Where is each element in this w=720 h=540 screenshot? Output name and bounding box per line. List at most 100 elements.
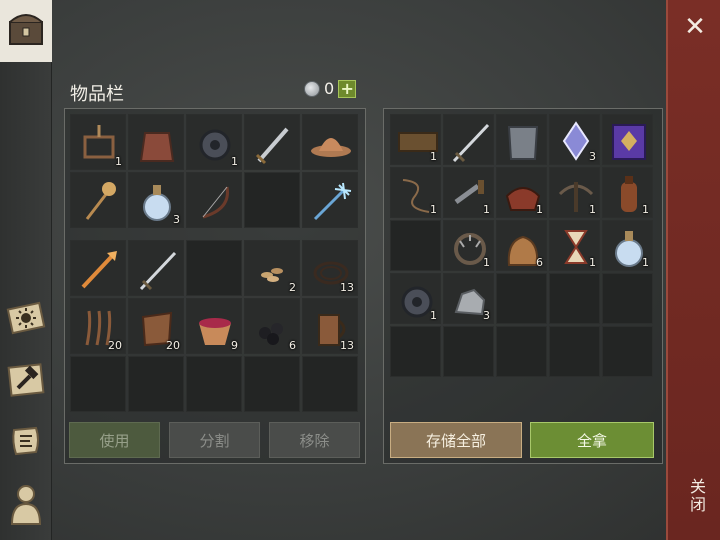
empty-slot[interactable] xyxy=(186,356,242,412)
item-quantity: 1 xyxy=(589,256,596,269)
item-slot[interactable]: 9 xyxy=(186,298,242,354)
item-slot[interactable]: 1 xyxy=(496,167,547,218)
item-quantity: 2 xyxy=(289,281,296,294)
longsword-icon xyxy=(452,123,490,163)
empty-slot[interactable] xyxy=(602,273,653,324)
take-all-button[interactable]: 全拿 xyxy=(530,422,654,458)
item-quantity: 1 xyxy=(589,203,596,216)
sidebar xyxy=(0,0,52,540)
add-currency-button[interactable]: + xyxy=(338,79,357,98)
item-slot[interactable] xyxy=(302,172,358,228)
item-slot[interactable]: 3 xyxy=(549,114,600,165)
chest-icon xyxy=(9,14,43,45)
item-slot[interactable]: 1 xyxy=(549,220,600,271)
close-label: 关闭 xyxy=(687,478,706,514)
item-quantity: 1 xyxy=(536,203,543,216)
item-quantity: 1 xyxy=(483,203,490,216)
item-slot[interactable]: 1 xyxy=(186,114,242,170)
item-quantity: 1 xyxy=(430,150,437,163)
item-slot[interactable]: 20 xyxy=(70,298,126,354)
item-slot[interactable] xyxy=(70,172,126,228)
item-slot[interactable]: 1 xyxy=(390,114,441,165)
item-quantity: 1 xyxy=(483,256,490,269)
inventory-bag-grid: 2 13 20 20 9 6 13 xyxy=(70,240,358,412)
empty-slot[interactable] xyxy=(186,240,242,296)
store-all-button[interactable]: 存储全部 xyxy=(390,422,522,458)
empty-slot[interactable] xyxy=(602,326,653,377)
empty-slot[interactable] xyxy=(549,273,600,324)
item-slot[interactable]: 13 xyxy=(302,240,358,296)
sidebar-tab-quests[interactable] xyxy=(4,420,48,464)
item-slot[interactable] xyxy=(128,114,184,170)
item-slot[interactable]: 1 xyxy=(390,273,441,324)
item-slot[interactable]: 1 xyxy=(549,167,600,218)
item-slot[interactable] xyxy=(302,114,358,170)
item-slot[interactable] xyxy=(70,240,126,296)
item-quantity: 3 xyxy=(483,309,490,322)
item-slot[interactable] xyxy=(186,172,242,228)
empty-slot[interactable] xyxy=(70,356,126,412)
empty-slot[interactable] xyxy=(128,356,184,412)
empty-slot[interactable] xyxy=(244,356,300,412)
item-slot[interactable]: 1 xyxy=(390,167,441,218)
armor-icon xyxy=(507,126,539,160)
crafting-hammer-icon xyxy=(7,363,45,397)
item-slot[interactable]: 1 xyxy=(602,220,653,271)
item-slot[interactable]: 6 xyxy=(244,298,300,354)
sidebar-tab-crafting[interactable] xyxy=(4,358,48,402)
bow-icon xyxy=(202,186,229,219)
sidebar-tab-map[interactable] xyxy=(4,296,48,340)
empty-slot[interactable] xyxy=(549,326,600,377)
item-quantity: 1 xyxy=(115,155,122,168)
sword-icon xyxy=(255,127,289,165)
character-icon xyxy=(10,485,42,525)
fire-spear-icon xyxy=(81,251,117,289)
item-quantity: 1 xyxy=(642,256,649,269)
close-panel[interactable]: ✕ 关闭 xyxy=(666,0,720,540)
item-slot[interactable]: 6 xyxy=(496,220,547,271)
mace-icon xyxy=(85,182,116,220)
item-quantity: 3 xyxy=(173,213,180,226)
item-quantity: 13 xyxy=(340,281,354,294)
item-quantity: 13 xyxy=(340,339,354,352)
empty-slot[interactable] xyxy=(302,356,358,412)
empty-slot[interactable] xyxy=(496,273,547,324)
currency-value: 0 xyxy=(324,79,335,98)
item-slot[interactable]: 1 xyxy=(443,220,494,271)
item-quantity: 1 xyxy=(642,203,649,216)
item-slot[interactable]: 13 xyxy=(302,298,358,354)
ice-spear-icon xyxy=(313,182,352,221)
item-slot[interactable]: 3 xyxy=(128,172,184,228)
item-quantity: 1 xyxy=(231,155,238,168)
item-slot[interactable] xyxy=(443,114,494,165)
currency-display: 0 + xyxy=(304,79,357,98)
equipment-grid: 1 1 3 xyxy=(70,114,358,228)
empty-slot[interactable] xyxy=(390,220,441,271)
sidebar-tab-chest[interactable] xyxy=(0,0,52,62)
item-slot[interactable] xyxy=(602,114,653,165)
item-slot[interactable] xyxy=(244,114,300,170)
close-icon[interactable]: ✕ xyxy=(680,12,710,42)
item-slot[interactable] xyxy=(128,240,184,296)
empty-slot[interactable] xyxy=(390,326,441,377)
item-slot[interactable]: 2 xyxy=(244,240,300,296)
chainmail-icon xyxy=(139,132,175,162)
empty-slot[interactable] xyxy=(244,172,300,228)
item-quantity: 20 xyxy=(108,339,122,352)
item-slot[interactable] xyxy=(496,114,547,165)
use-button[interactable]: 使用 xyxy=(69,422,160,458)
item-slot[interactable]: 1 xyxy=(443,167,494,218)
longsword-icon xyxy=(139,251,177,291)
inventory-title: 物品栏 xyxy=(70,84,124,105)
split-button[interactable]: 分割 xyxy=(169,422,260,458)
remove-button[interactable]: 移除 xyxy=(269,422,360,458)
empty-slot[interactable] xyxy=(496,326,547,377)
item-slot[interactable]: 3 xyxy=(443,273,494,324)
item-slot[interactable]: 1 xyxy=(602,167,653,218)
item-slot[interactable]: 20 xyxy=(128,298,184,354)
item-slot[interactable]: 1 xyxy=(70,114,126,170)
leather-hat-icon xyxy=(311,138,351,157)
item-quantity: 9 xyxy=(231,339,238,352)
empty-slot[interactable] xyxy=(443,326,494,377)
sidebar-tab-character[interactable] xyxy=(4,482,48,526)
